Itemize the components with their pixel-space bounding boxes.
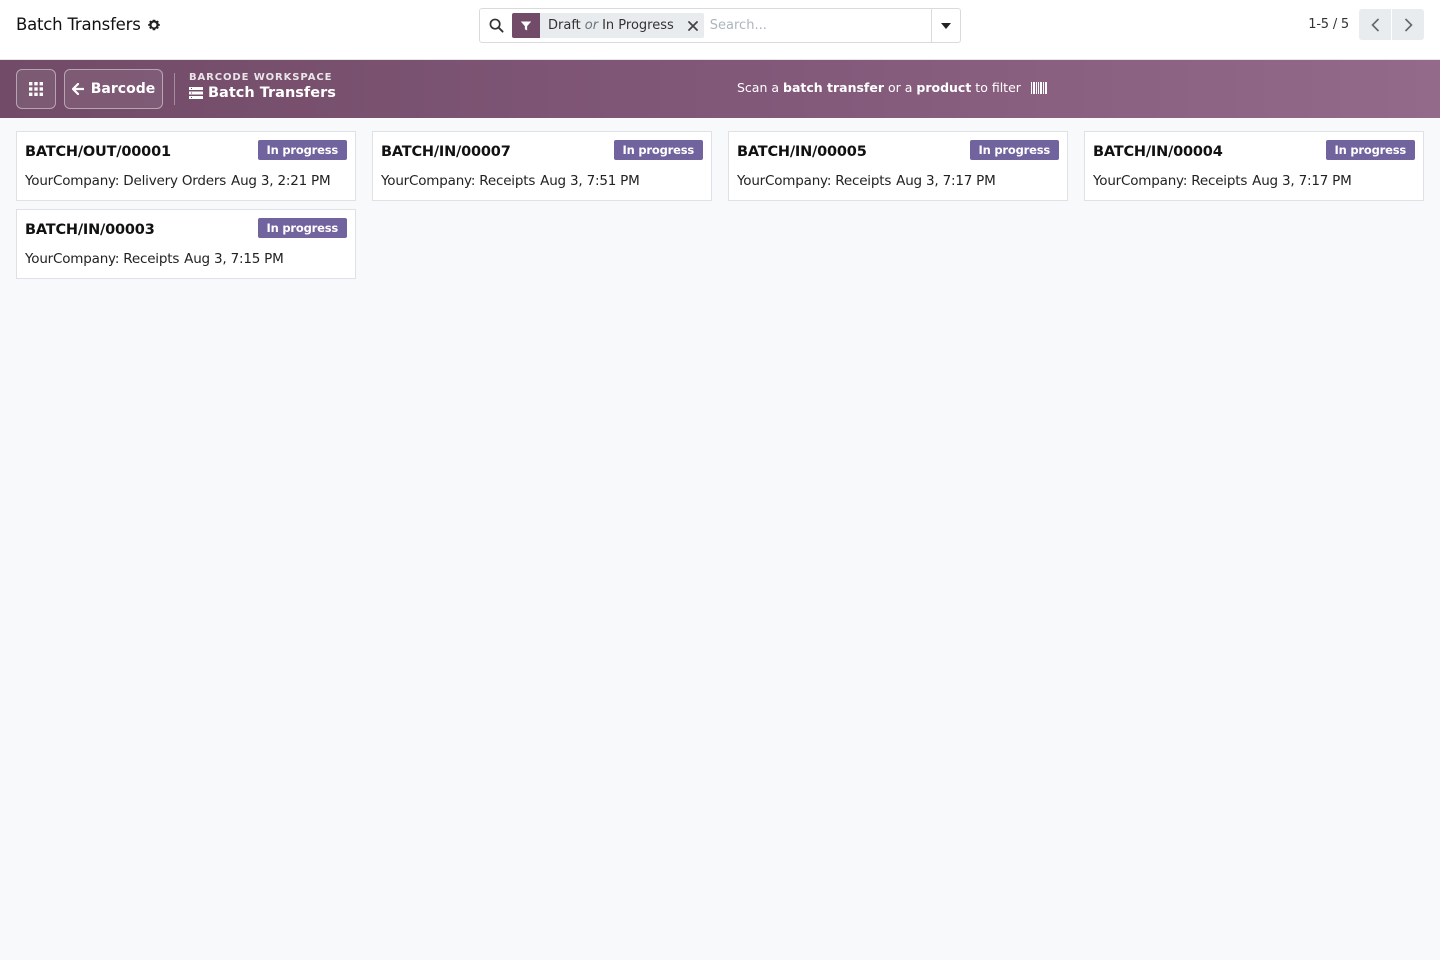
card-details: YourCompany: Receipts Aug 3, 7:15 PM — [25, 251, 284, 267]
facet-value-in-progress: In Progress — [602, 18, 674, 33]
card-date: Aug 3, 7:17 PM — [1252, 173, 1352, 189]
card-name: BATCH/OUT/00001 — [25, 144, 171, 160]
pager: 1-5 / 5 — [1308, 9, 1424, 40]
close-icon[interactable] — [682, 13, 704, 38]
filter-icon — [512, 13, 540, 38]
breadcrumb: BARCODE WORKSPACE Batch Transfers — [189, 72, 336, 101]
back-button[interactable]: Barcode — [64, 69, 163, 109]
scan-hint-term-product: product — [916, 80, 972, 95]
card-picking-type: YourCompany: Delivery Orders — [25, 173, 227, 189]
caret-down-icon[interactable] — [931, 9, 960, 42]
apps-grid-icon[interactable] — [16, 69, 56, 109]
page-title-group: Batch Transfers — [16, 15, 161, 34]
card-details: YourCompany: Receipts Aug 3, 7:17 PM — [1093, 173, 1352, 189]
facet-values: Draft or In Progress — [540, 18, 682, 33]
breadcrumb-title-group: Batch Transfers — [189, 85, 336, 101]
barcode-navbar: Barcode BARCODE WORKSPACE Batch Transfer… — [0, 60, 1440, 118]
card-picking-type: YourCompany: Receipts — [1093, 173, 1248, 189]
scan-hint-term-batch: batch transfer — [783, 80, 885, 95]
facet-value-draft: Draft — [548, 18, 581, 33]
search-icon[interactable] — [480, 9, 512, 42]
control-panel: Batch Transfers Draft or In Progress Sea… — [0, 0, 1440, 60]
status-badge: In progress — [613, 140, 703, 160]
kanban-card[interactable]: BATCH/IN/00004 In progress YourCompany: … — [1084, 131, 1424, 201]
page-title: Batch Transfers — [16, 15, 141, 34]
barcode-icon — [1030, 81, 1047, 94]
kanban-card[interactable]: BATCH/IN/00003 In progress YourCompany: … — [16, 209, 356, 279]
breadcrumb-super: BARCODE WORKSPACE — [189, 72, 333, 83]
search-bar: Draft or In Progress — [479, 8, 961, 43]
arrow-left-icon — [71, 83, 84, 95]
card-picking-type: YourCompany: Receipts — [25, 251, 180, 267]
chevron-left-icon[interactable] — [1359, 9, 1391, 40]
card-name: BATCH/IN/00004 — [1093, 144, 1223, 160]
card-date: Aug 3, 7:51 PM — [540, 173, 640, 189]
scan-hint-prefix: Scan a — [737, 80, 783, 95]
facet-separator: or — [584, 18, 599, 33]
pager-value[interactable]: 1-5 / 5 — [1308, 17, 1349, 32]
navbar-divider — [174, 73, 175, 105]
card-details: YourCompany: Receipts Aug 3, 7:17 PM — [737, 173, 996, 189]
card-picking-type: YourCompany: Receipts — [381, 173, 536, 189]
kanban-card[interactable]: BATCH/IN/00007 In progress YourCompany: … — [372, 131, 712, 201]
status-badge: In progress — [257, 140, 347, 160]
search-input[interactable] — [709, 10, 931, 41]
card-name: BATCH/IN/00005 — [737, 144, 867, 160]
card-date: Aug 3, 2:21 PM — [231, 173, 331, 189]
status-badge: In progress — [1325, 140, 1415, 160]
kanban-card[interactable]: BATCH/IN/00005 In progress YourCompany: … — [728, 131, 1068, 201]
back-button-label: Barcode — [90, 81, 156, 97]
chevron-right-icon[interactable] — [1392, 9, 1424, 40]
card-name: BATCH/IN/00003 — [25, 222, 155, 238]
card-name: BATCH/IN/00007 — [381, 144, 511, 160]
status-badge: In progress — [969, 140, 1059, 160]
kanban-card[interactable]: BATCH/OUT/00001 In progress YourCompany:… — [16, 131, 356, 201]
card-picking-type: YourCompany: Receipts — [737, 173, 892, 189]
scan-hint-middle: or a — [884, 80, 917, 95]
scan-hint-suffix: to filter — [971, 80, 1021, 95]
gear-icon[interactable] — [147, 18, 161, 32]
batch-list-icon — [189, 87, 203, 99]
status-badge: In progress — [257, 218, 347, 238]
scan-hint: Scan a batch transfer or a product to fi… — [737, 80, 1047, 95]
card-details: YourCompany: Receipts Aug 3, 7:51 PM — [381, 173, 640, 189]
card-date: Aug 3, 7:15 PM — [184, 251, 284, 267]
card-date: Aug 3, 7:17 PM — [896, 173, 996, 189]
breadcrumb-title: Batch Transfers — [208, 85, 336, 101]
card-details: YourCompany: Delivery Orders Aug 3, 2:21… — [25, 173, 331, 189]
filter-facet: Draft or In Progress — [512, 13, 704, 38]
